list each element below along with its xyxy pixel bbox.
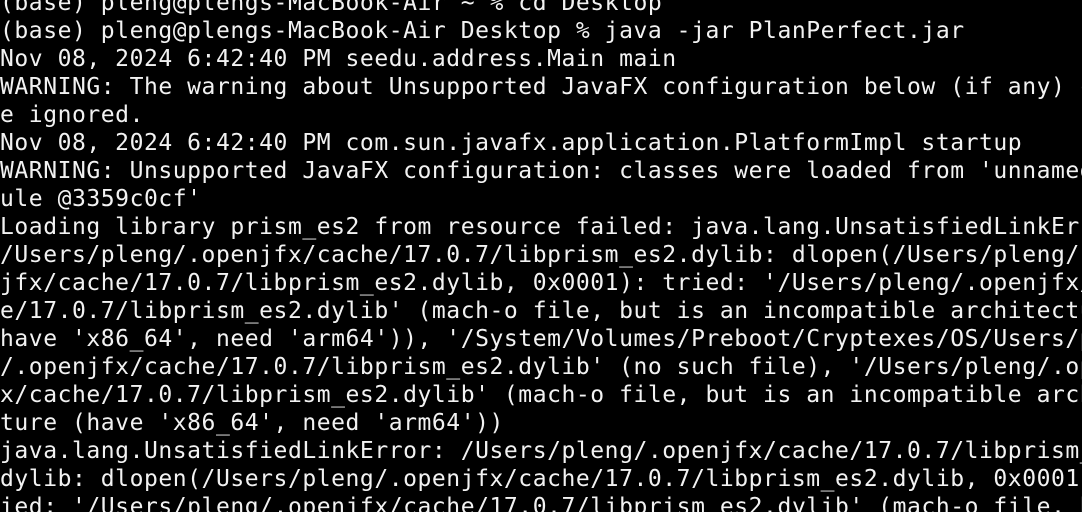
terminal-line: x/cache/17.0.7/libprism_es2.dylib' (mach… [0, 382, 1082, 408]
terminal-line: WARNING: The warning about Unsupported J… [0, 74, 1082, 100]
terminal-line: (base) pleng@plengs-MacBook-Air Desktop … [0, 18, 965, 44]
terminal-line: Loading library prism_es2 from resource … [0, 214, 1082, 240]
terminal-line: java.lang.UnsatisfiedLinkError: /Users/p… [0, 438, 1082, 464]
terminal-window[interactable]: (base) pleng@plengs-MacBook-Air ~ % cd D… [0, 0, 1082, 512]
terminal-line: e ignored. [0, 102, 144, 128]
terminal-line: Nov 08, 2024 6:42:40 PM com.sun.javafx.a… [0, 130, 1023, 156]
terminal-line: /Users/pleng/.openjfx/cache/17.0.7/libpr… [0, 242, 1082, 268]
terminal-line: Nov 08, 2024 6:42:40 PM seedu.address.Ma… [0, 46, 677, 72]
terminal-line: ture (have 'x86_64', need 'arm64')) [0, 410, 504, 436]
terminal-line: have 'x86_64', need 'arm64')), '/System/… [0, 326, 1082, 352]
terminal-line: dylib: dlopen(/Users/pleng/.openjfx/cach… [0, 466, 1082, 492]
terminal-line: (base) pleng@plengs-MacBook-Air ~ % cd D… [0, 0, 663, 16]
terminal-line: ied: '/Users/pleng/.openjfx/cache/17.0.7… [0, 494, 1082, 512]
terminal-output: (base) pleng@plengs-MacBook-Air ~ % cd D… [0, 0, 1082, 512]
terminal-line: ule @3359c0cf' [0, 186, 202, 212]
terminal-line: jfx/cache/17.0.7/libprism_es2.dylib, 0x0… [0, 270, 1082, 296]
terminal-line: /.openjfx/cache/17.0.7/libprism_es2.dyli… [0, 354, 1082, 380]
terminal-line: e/17.0.7/libprism_es2.dylib' (mach-o fil… [0, 298, 1082, 324]
terminal-line: WARNING: Unsupported JavaFX configuratio… [0, 158, 1082, 184]
